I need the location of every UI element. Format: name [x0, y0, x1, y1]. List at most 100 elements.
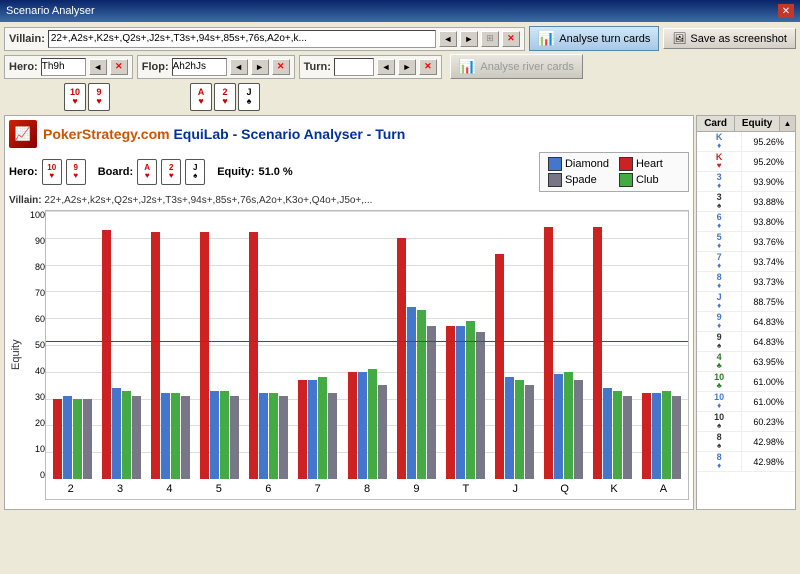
villain-btn1[interactable]: ⊞	[481, 31, 499, 47]
bar	[348, 372, 357, 479]
analyse-turn-button[interactable]: 📊 Analyse turn cards	[529, 26, 660, 51]
sidebar-equity-cell: 64.83%	[742, 335, 795, 349]
bar	[466, 321, 475, 479]
x-label: 6	[244, 483, 293, 495]
flop-card-3: J♠	[238, 83, 260, 111]
sidebar-card-cell: 8♦	[697, 272, 742, 291]
bar-group	[293, 211, 342, 479]
legend: Diamond Heart Spade Club	[539, 152, 689, 192]
window-title: Scenario Analyser	[6, 5, 95, 17]
scroll-up[interactable]: ▲	[779, 116, 795, 131]
sidebar-equity-header: Equity	[735, 116, 779, 131]
sidebar-equity-cell: 93.90%	[742, 175, 795, 189]
bar	[613, 391, 622, 479]
bar	[279, 396, 288, 479]
bar	[200, 232, 209, 479]
camera-icon: 🖼	[672, 32, 686, 45]
sidebar-card-cell: 3♦	[697, 172, 742, 191]
sidebar-equity-cell: 63.95%	[742, 355, 795, 369]
bar	[378, 385, 387, 479]
bar	[358, 372, 367, 479]
flop-nav-left[interactable]: ◄	[230, 59, 248, 75]
sidebar-row: 8♦42.98%	[697, 452, 795, 472]
bar	[220, 391, 229, 479]
title-bar: Scenario Analyser ✕	[0, 0, 800, 22]
turn-nav-left[interactable]: ◄	[377, 59, 395, 75]
sidebar-row: 7♦93.74%	[697, 252, 795, 272]
x-label: T	[441, 483, 490, 495]
sidebar-card-cell: 5♦	[697, 232, 742, 251]
sidebar-equity-cell: 61.00%	[742, 375, 795, 389]
bar	[554, 374, 563, 479]
x-label: 4	[145, 483, 194, 495]
panel-board-card1: A♥	[137, 159, 157, 185]
villain-nav-right[interactable]: ►	[460, 31, 478, 47]
sidebar-card-cell: 10♣	[697, 372, 742, 391]
close-button[interactable]: ✕	[778, 4, 794, 18]
save-screenshot-button[interactable]: 🖼 Save as screenshot	[663, 28, 796, 49]
x-label: 7	[293, 483, 342, 495]
sidebar-card-cell: 7♦	[697, 252, 742, 271]
turn-input[interactable]	[334, 58, 374, 76]
flop-label: Flop:	[142, 61, 169, 73]
bar	[53, 399, 62, 479]
villain-nav-left[interactable]: ◄	[439, 31, 457, 47]
bar	[102, 230, 111, 479]
villain-input[interactable]	[48, 30, 436, 48]
panel-board-label: Board:	[98, 166, 133, 178]
bar-group	[195, 211, 244, 479]
x-label: J	[491, 483, 540, 495]
bar	[171, 393, 180, 479]
sidebar-card-cell: 4♣	[697, 352, 742, 371]
bar	[417, 310, 426, 479]
bar	[63, 396, 72, 479]
sidebar-equity-cell: 42.98%	[742, 455, 795, 469]
hero-card-1: 10 ♥	[64, 83, 86, 111]
sidebar-equity-cell: 93.80%	[742, 215, 795, 229]
analyse-river-button[interactable]: 📊 Analyse river cards	[450, 54, 583, 79]
bar	[515, 380, 524, 479]
bar	[397, 238, 406, 479]
bar	[574, 380, 583, 479]
x-label: 5	[194, 483, 243, 495]
panel-title: PokerStrategy.com EquiLab - Scenario Ana…	[43, 126, 405, 142]
flop-card-2: 2♥	[214, 83, 236, 111]
bar	[662, 391, 671, 479]
sidebar-row: K♥95.20%	[697, 152, 795, 172]
flop-nav-right[interactable]: ►	[251, 59, 269, 75]
sidebar-equity-cell: 64.83%	[742, 315, 795, 329]
bar	[642, 393, 651, 479]
bar	[603, 388, 612, 479]
sidebar-row: 6♦93.80%	[697, 212, 795, 232]
bar	[249, 232, 258, 479]
bar	[318, 377, 327, 479]
turn-clear[interactable]: ✕	[419, 59, 437, 75]
hero-nav-left[interactable]: ◄	[89, 59, 107, 75]
sidebar-card-cell: 9♦	[697, 312, 742, 331]
chart-disabled-icon: 📊	[459, 58, 476, 75]
hero-input[interactable]	[41, 58, 86, 76]
sidebar-row: 10♠60.23%	[697, 412, 795, 432]
hero-clear[interactable]: ✕	[110, 59, 128, 75]
sidebar-card-cell: 8♦	[697, 452, 742, 471]
villain-label: Villain:	[9, 33, 45, 45]
sidebar-row: 4♣63.95%	[697, 352, 795, 372]
villain-clear[interactable]: ✕	[502, 31, 520, 47]
sidebar-row: 10♦61.00%	[697, 392, 795, 412]
hero-cards: 10 ♥ 9 ♥	[64, 83, 110, 111]
flop-input[interactable]	[172, 58, 227, 76]
sidebar-card-cell: 8♠	[697, 432, 742, 451]
chart-box: 23456789TJQKA	[45, 210, 689, 500]
sidebar-card-cell: 6♦	[697, 212, 742, 231]
flop-card-1: A♥	[190, 83, 212, 111]
turn-nav-right[interactable]: ►	[398, 59, 416, 75]
bar	[132, 396, 141, 479]
flop-clear[interactable]: ✕	[272, 59, 290, 75]
sidebar-equity-cell: 93.88%	[742, 195, 795, 209]
x-label: Q	[540, 483, 589, 495]
x-label: 8	[342, 483, 391, 495]
sidebar-equity-cell: 61.00%	[742, 395, 795, 409]
sidebar-row: 5♦93.76%	[697, 232, 795, 252]
sidebar-equity-cell: 95.20%	[742, 155, 795, 169]
bar	[230, 396, 239, 479]
